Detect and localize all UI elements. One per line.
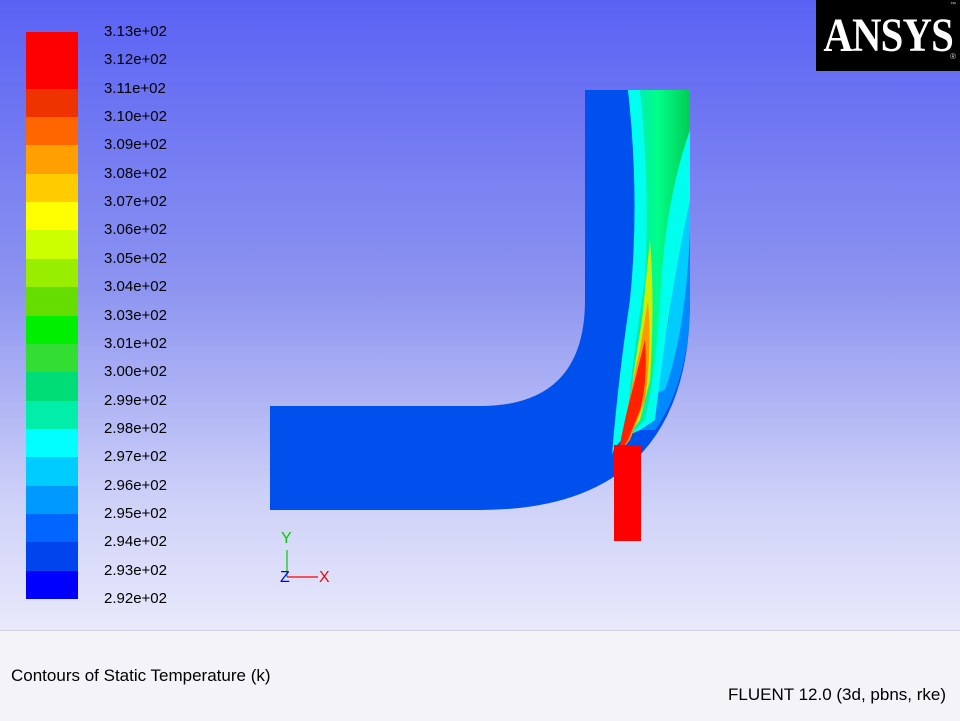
contour-plot[interactable]: [0, 0, 960, 630]
hot-inlet: [614, 445, 641, 541]
axis-y-label: Y: [281, 530, 292, 547]
logo-registered: ®: [950, 52, 956, 61]
footer-bar: Contours of Static Temperature (k) FLUEN…: [0, 630, 960, 721]
axis-z-label: Z: [280, 569, 290, 586]
axis-x-label: X: [319, 569, 330, 586]
graphics-viewport[interactable]: 3.13e+02 3.12e+02 3.11e+02 3.10e+02 3.09e+02…: [0, 0, 960, 630]
logo-trademark: ™: [950, 2, 956, 8]
logo-text: ANSYS: [823, 9, 953, 62]
axis-triad: Y Z X: [270, 528, 350, 588]
plot-title: Contours of Static Temperature (k): [11, 666, 271, 685]
solver-info: FLUENT 12.0 (3d, pbns, rke): [728, 685, 946, 704]
ansys-logo: ANSYS ™ ®: [816, 0, 960, 71]
